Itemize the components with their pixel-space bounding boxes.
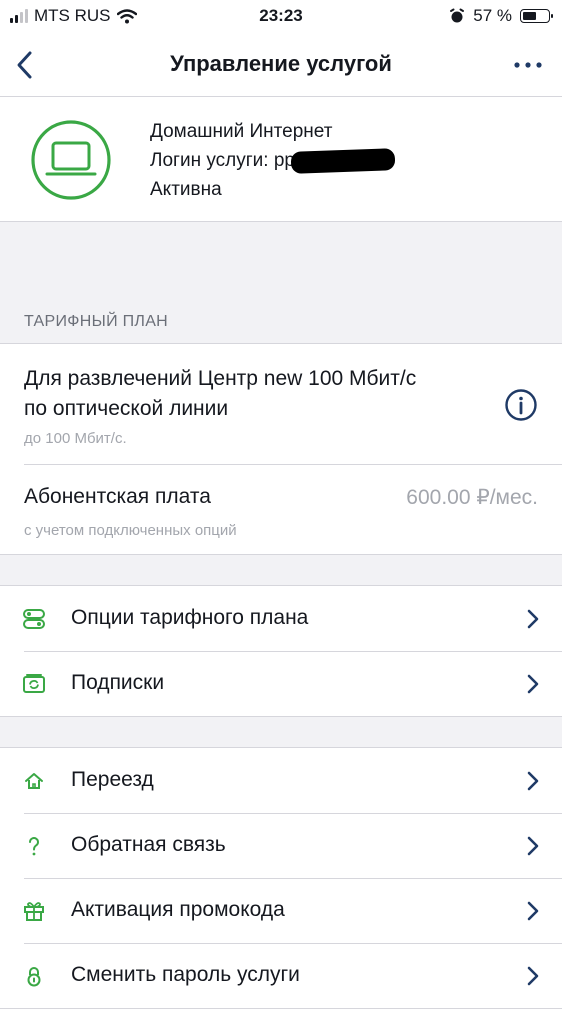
alarm-icon xyxy=(450,8,465,23)
menu-item-promo-code[interactable]: Активация промокода xyxy=(0,878,562,943)
chevron-right-icon xyxy=(527,901,539,921)
menu-item-label: Обратная связь xyxy=(71,833,226,856)
menu-item-label: Подписки xyxy=(71,671,165,694)
battery-icon xyxy=(520,9,553,23)
fee-value: 600.00 ₽/мес. xyxy=(406,486,538,509)
service-name: Домашний Интернет xyxy=(150,121,333,142)
subscriptions-icon xyxy=(23,674,45,693)
service-info: Домашний Интернет Логин услуги: рррое Ак… xyxy=(150,117,396,204)
service-status: Активна xyxy=(150,179,222,200)
status-bar: MTS RUS 23:23 57 % xyxy=(0,0,562,34)
battery-percent: 57 % xyxy=(473,6,512,25)
menu-item-tariff-options[interactable]: Опции тарифного плана xyxy=(0,586,562,651)
laptop-service-icon xyxy=(31,120,111,200)
tariff-speed: до 100 Мбит/с. xyxy=(24,430,127,447)
menu-item-label: Сменить пароль услуги xyxy=(71,963,300,986)
menu-group-actions: Переезд Обратная связь Активация промоко… xyxy=(0,747,562,1009)
tariff-section-title: ТАРИФНЫЙ ПЛАН xyxy=(24,313,169,330)
info-icon[interactable] xyxy=(504,388,538,422)
chevron-right-icon xyxy=(527,674,539,694)
page-title: Управление услугой xyxy=(170,51,392,76)
menu-item-relocation[interactable]: Переезд xyxy=(0,748,562,813)
question-icon xyxy=(29,837,39,856)
menu-item-label: Переезд xyxy=(71,768,154,791)
divider xyxy=(24,464,562,465)
menu-group-tariff: Опции тарифного плана Подписки xyxy=(0,585,562,717)
tariff-plan-block: Для развлечений Центр new 100 Мбит/с по … xyxy=(0,343,562,555)
more-dots-icon xyxy=(514,62,542,68)
menu-item-subscriptions[interactable]: Подписки xyxy=(0,651,562,716)
more-button[interactable] xyxy=(508,48,548,82)
status-right: 57 % xyxy=(449,6,553,26)
menu-item-feedback[interactable]: Обратная связь xyxy=(0,813,562,878)
menu-item-change-password[interactable]: Сменить пароль услуги xyxy=(0,943,562,1008)
chevron-right-icon xyxy=(527,771,539,791)
fee-label: Абонентская плата xyxy=(24,485,211,508)
navigation-bar: Управление услугой xyxy=(0,34,562,97)
tariff-name: Для развлечений Центр new 100 Мбит/с по … xyxy=(24,367,417,420)
toggles-icon xyxy=(23,609,45,629)
battery-fill xyxy=(523,12,537,20)
lock-icon xyxy=(27,967,41,987)
menu-item-label: Опции тарифного плана xyxy=(71,606,309,629)
chevron-right-icon xyxy=(527,609,539,629)
redaction-mark xyxy=(290,148,396,174)
menu-item-label: Активация промокода xyxy=(71,898,285,921)
chevron-right-icon xyxy=(527,836,539,856)
gift-icon xyxy=(24,902,44,921)
home-icon xyxy=(25,773,43,789)
fee-note: с учетом подключенных опций xyxy=(24,522,237,539)
chevron-right-icon xyxy=(527,966,539,986)
service-login-row: Логин услуги: рррое xyxy=(150,146,396,175)
service-card: Домашний Интернет Логин услуги: рррое Ак… xyxy=(0,97,562,222)
